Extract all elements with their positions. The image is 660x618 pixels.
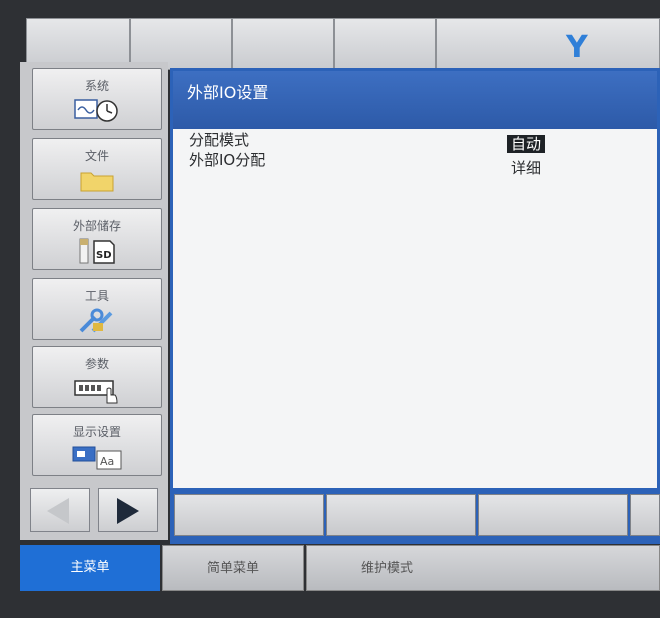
menu-system-button[interactable]: 系统 — [32, 68, 162, 130]
selected-value: 自动 — [507, 135, 546, 153]
function-key-3[interactable] — [478, 494, 628, 536]
display-settings-icon: Aa — [33, 443, 161, 475]
menu-label: 文件 — [84, 149, 109, 163]
brand-logo: Y — [566, 30, 588, 65]
setting-label-external-io-allocation: 外部IO分配 — [189, 151, 266, 169]
tab-label: 主菜单 — [70, 560, 110, 575]
menu-tools-button[interactable]: 工具 — [32, 278, 162, 340]
page-prev-button[interactable] — [30, 488, 90, 532]
function-key-bar — [170, 488, 660, 544]
arrow-right-icon — [117, 498, 139, 524]
svg-text:SD: SD — [96, 250, 112, 261]
page-next-button[interactable] — [98, 488, 158, 532]
tab-main-menu[interactable]: 主菜单 — [20, 545, 160, 591]
main-panel: 外部IO设置 分配模式 自动 外部IO分配 详细 — [170, 68, 660, 496]
menu-display-settings-button[interactable]: 显示设置 Aa — [32, 414, 162, 476]
menu-label: 参数 — [84, 357, 109, 371]
system-clock-icon — [33, 97, 161, 127]
parameters-hand-icon — [33, 375, 161, 409]
tab-label: 维护模式 — [361, 561, 414, 576]
folder-icon — [33, 167, 161, 197]
function-key-1[interactable] — [174, 494, 324, 536]
function-key-4[interactable] — [630, 494, 660, 536]
menu-label: 工具 — [84, 289, 109, 303]
setting-value-allocation-mode[interactable]: 自动 — [507, 133, 546, 154]
menu-label: 外部储存 — [72, 219, 121, 233]
menu-label: 系统 — [84, 79, 109, 93]
tab-maintenance-mode[interactable]: 维护模式 — [306, 545, 660, 591]
tab-simple-menu[interactable]: 简单菜单 — [162, 545, 304, 591]
setting-label-allocation-mode: 分配模式 — [189, 131, 250, 149]
menu-file-button[interactable]: 文件 — [32, 138, 162, 200]
tools-icon — [33, 307, 161, 339]
function-key-2[interactable] — [326, 494, 476, 536]
page-title-bar: 外部IO设置 — [173, 71, 657, 129]
menu-external-storage-button[interactable]: 外部储存 SD — [32, 208, 162, 270]
tab-label: 简单菜单 — [206, 561, 259, 576]
svg-text:Aa: Aa — [100, 455, 114, 468]
top-button-3[interactable] — [232, 18, 334, 70]
menu-parameters-button[interactable]: 参数 — [32, 346, 162, 408]
page-title: 外部IO设置 — [187, 83, 269, 102]
sd-card-icon: SD — [33, 237, 161, 269]
top-status-area — [436, 18, 660, 70]
setting-value-external-io-allocation[interactable]: 详细 — [511, 157, 541, 178]
top-button-4[interactable] — [334, 18, 436, 70]
arrow-left-icon — [47, 498, 69, 524]
menu-label: 显示设置 — [72, 425, 121, 439]
